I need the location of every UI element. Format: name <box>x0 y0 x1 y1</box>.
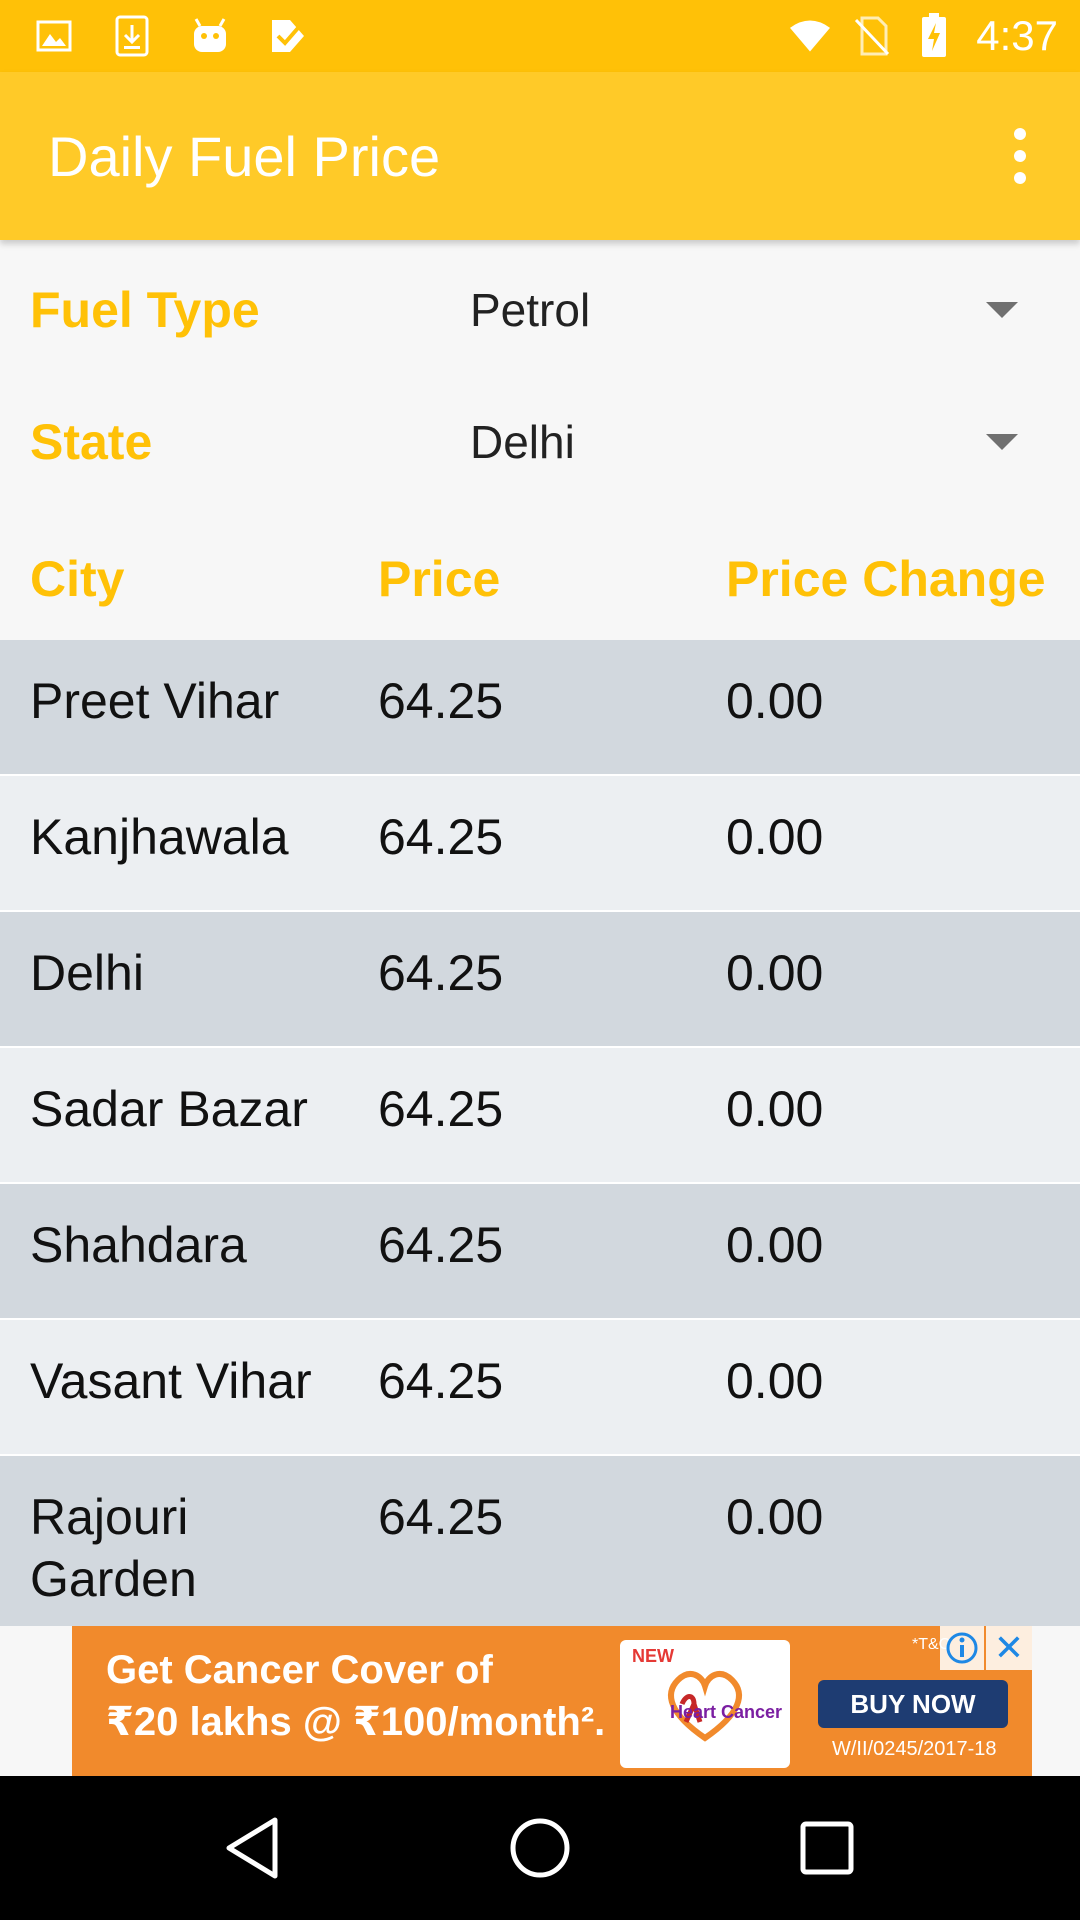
price-change-cell: 0.00 <box>726 673 824 729</box>
ad-new-badge: NEW <box>632 1646 674 1666</box>
city-cell: Delhi <box>30 945 144 1001</box>
header-price-change: Price Change <box>726 551 1046 607</box>
price-change-cell: 0.00 <box>726 1081 824 1137</box>
fuel-type-label: Fuel Type <box>30 282 260 338</box>
ad-reg-code: W/II/0245/2017-18 <box>832 1738 997 1760</box>
ad-headline: Get Cancer Cover of ₹20 lakhs @ ₹100/mon… <box>106 1648 606 1744</box>
no-sim-icon <box>852 14 892 58</box>
state-value[interactable]: Delhi <box>470 415 575 469</box>
ad-info-icon[interactable] <box>940 1626 984 1670</box>
table-row[interactable]: Preet Vihar 64.25 0.00 <box>0 640 1080 776</box>
battery-charging-icon <box>914 13 954 58</box>
city-cell: Vasant Vihar <box>30 1353 312 1409</box>
clock: 4:37 <box>976 12 1058 59</box>
price-change-cell: 0.00 <box>726 809 824 865</box>
header-price: Price <box>378 551 501 607</box>
app-title: Daily Fuel Price <box>48 124 441 188</box>
table-row[interactable]: Shahdara 64.25 0.00 <box>0 1184 1080 1320</box>
table-row[interactable]: Vasant Vihar 64.25 0.00 <box>0 1320 1080 1456</box>
city-cell: Preet Vihar <box>30 673 280 729</box>
table-row[interactable]: Delhi 64.25 0.00 <box>0 912 1080 1048</box>
buy-now-button[interactable]: BUY NOW <box>818 1680 1008 1728</box>
home-icon[interactable] <box>495 1803 585 1893</box>
app-bar: Daily Fuel Price <box>0 72 1080 240</box>
ad-product-name: Heart Cancer <box>670 1702 783 1722</box>
ad-banner[interactable]: Get Cancer Cover of ₹20 lakhs @ ₹100/mon… <box>72 1626 1032 1776</box>
city-cell: Rajouri Garden <box>30 1489 197 1607</box>
fuel-type-value[interactable]: Petrol <box>470 283 590 337</box>
price-cell: 64.25 <box>378 673 504 729</box>
price-change-cell: 0.00 <box>726 1489 824 1545</box>
overflow-menu-icon[interactable] <box>990 106 1050 206</box>
header-city: City <box>30 551 125 607</box>
city-cell: Sadar Bazar <box>30 1081 308 1137</box>
dropdown-arrow-icon[interactable] <box>986 434 1018 450</box>
table-row[interactable]: Sadar Bazar 64.25 0.00 <box>0 1048 1080 1184</box>
status-bar: 4:37 <box>0 0 1080 72</box>
wifi-icon <box>790 14 831 58</box>
price-cell: 64.25 <box>378 1353 504 1409</box>
recents-icon[interactable] <box>782 1803 872 1893</box>
fuel-type-spinner[interactable]: Fuel Type Petrol <box>0 244 1080 376</box>
ad-product-image: NEW Heart Cancer <box>620 1640 790 1768</box>
android-icon <box>190 14 230 58</box>
table-row[interactable]: Kanjhawala 64.25 0.00 <box>0 776 1080 912</box>
image-icon <box>34 14 74 58</box>
price-cell: 64.25 <box>378 945 504 1001</box>
price-change-cell: 0.00 <box>726 945 824 1001</box>
price-cell: 64.25 <box>378 1081 504 1137</box>
price-change-cell: 0.00 <box>726 1353 824 1409</box>
ad-close-icon[interactable]: ✕ <box>986 1626 1032 1670</box>
city-cell: Shahdara <box>30 1217 247 1273</box>
city-cell: Kanjhawala <box>30 809 289 865</box>
tasks-icon <box>268 14 308 58</box>
state-label: State <box>30 414 153 470</box>
state-spinner[interactable]: State Delhi <box>0 376 1080 508</box>
ad-container: Get Cancer Cover of ₹20 lakhs @ ₹100/mon… <box>0 1626 1080 1776</box>
price-cell: 64.25 <box>378 1489 504 1545</box>
price-list[interactable]: Preet Vihar 64.25 0.00 Kanjhawala 64.25 … <box>0 640 1080 1640</box>
download-icon <box>112 14 152 58</box>
price-cell: 64.25 <box>378 1217 504 1273</box>
table-row[interactable]: Rajouri Garden 64.25 0.00 <box>0 1456 1080 1640</box>
navigation-bar <box>0 1776 1080 1920</box>
price-cell: 64.25 <box>378 809 504 865</box>
back-icon[interactable] <box>208 1803 298 1893</box>
price-change-cell: 0.00 <box>726 1217 824 1273</box>
dropdown-arrow-icon[interactable] <box>986 302 1018 318</box>
table-header: City Price Price Change <box>0 510 1080 640</box>
